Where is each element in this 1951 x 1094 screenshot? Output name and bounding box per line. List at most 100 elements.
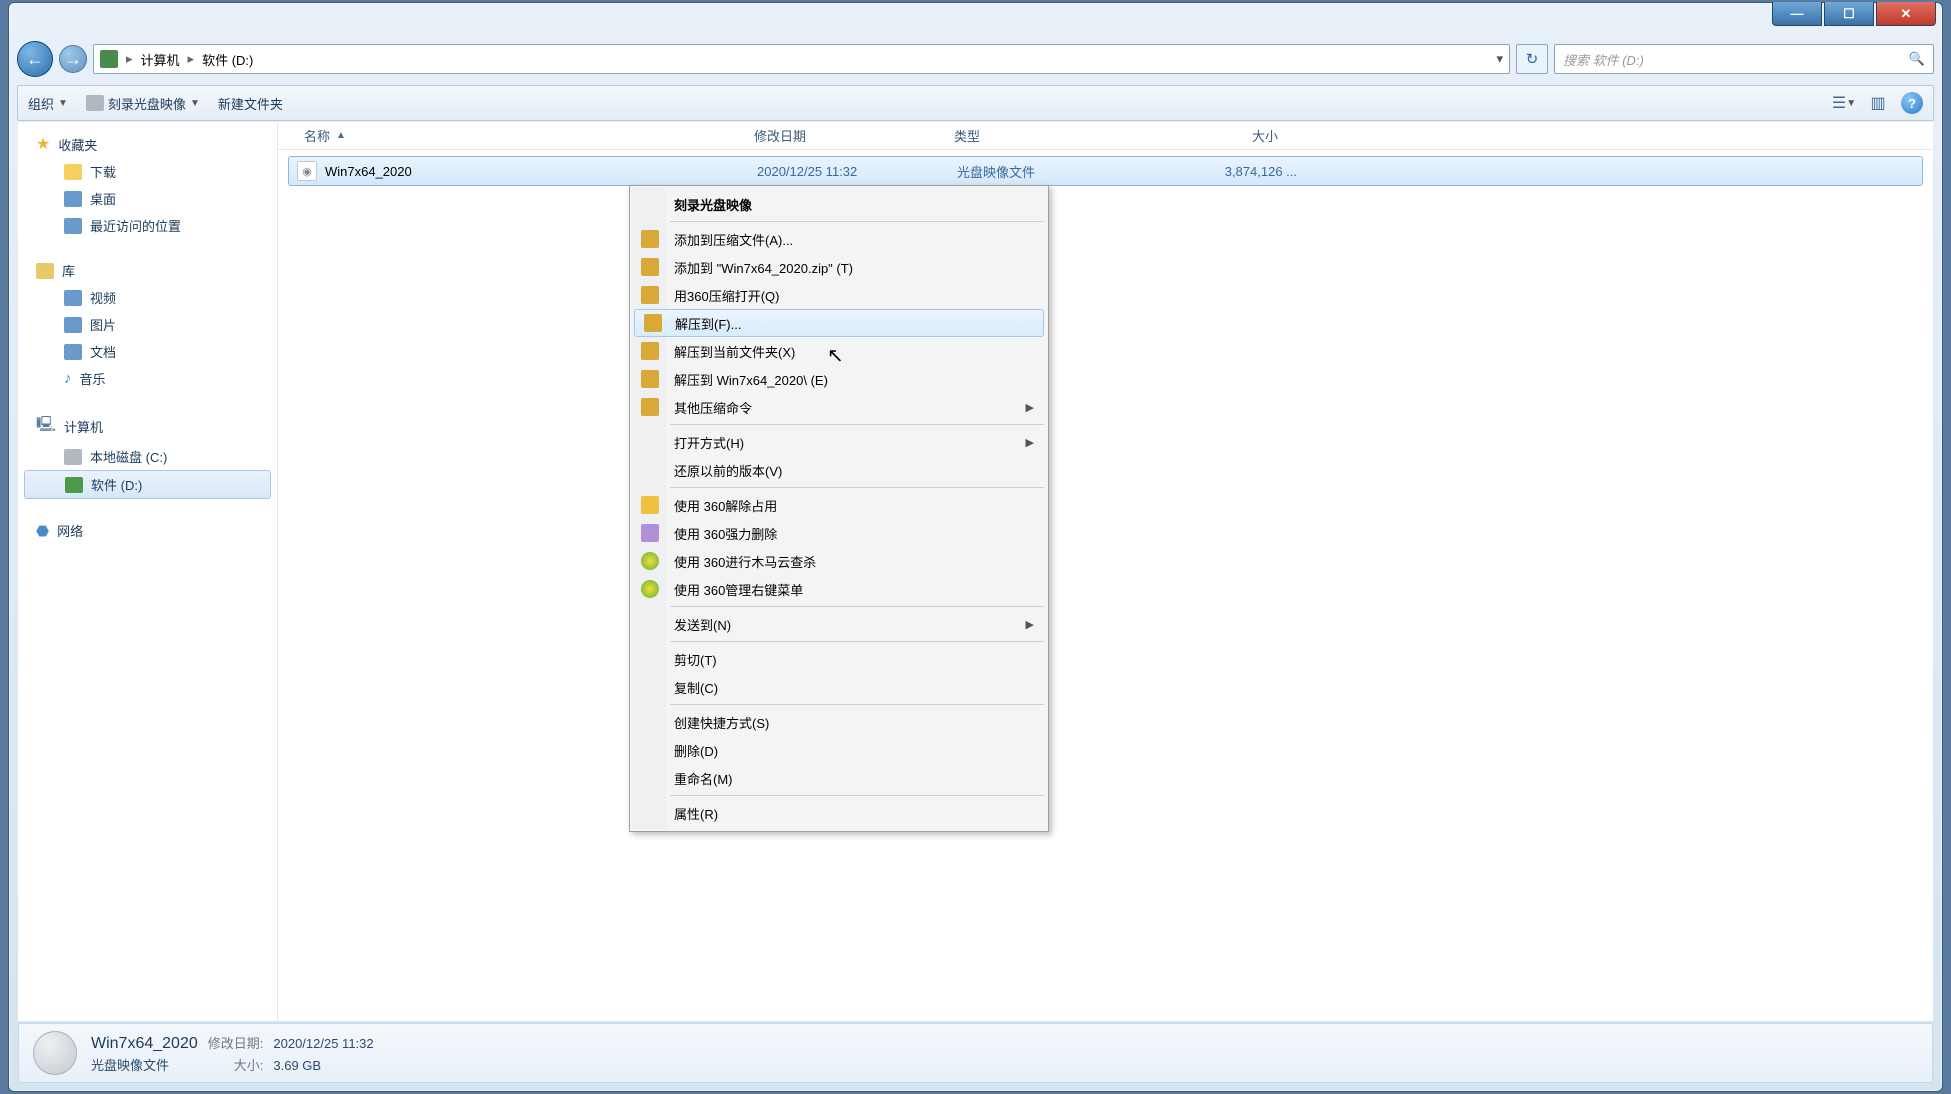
ctx-rename[interactable]: 重命名(M) (632, 764, 1046, 792)
col-name[interactable]: 名称▲ (296, 126, 746, 145)
forward-button[interactable]: → (59, 45, 87, 73)
ctx-extract-to[interactable]: 解压到(F)... (634, 309, 1044, 337)
menu-separator (670, 704, 1044, 705)
music-icon: ♪ (64, 370, 72, 387)
address-bar[interactable]: ▸ 计算机 ▸ 软件 (D:) ▾ (93, 44, 1510, 74)
context-menu: 刻录光盘映像 添加到压缩文件(A)... 添加到 "Win7x64_2020.z… (629, 185, 1049, 832)
ctx-properties[interactable]: 属性(R) (632, 799, 1046, 827)
sidebar-network[interactable]: ⬣网络 (18, 517, 277, 544)
menu-separator (670, 221, 1044, 222)
chevron-right-icon: ▶ (1026, 401, 1034, 414)
ctx-other-compress[interactable]: 其他压缩命令▶ (632, 393, 1046, 421)
ctx-360-force-delete[interactable]: 使用 360强力删除 (632, 519, 1046, 547)
archive-icon (641, 258, 659, 276)
breadcrumb-location[interactable]: 软件 (D:) (202, 50, 253, 69)
col-type[interactable]: 类型 (946, 126, 1146, 145)
library-icon (36, 263, 54, 279)
sidebar-item-video[interactable]: 视频 (18, 284, 277, 311)
sidebar: ★收藏夹 下载 桌面 最近访问的位置 库 视频 图片 文档 ♪音乐 🖳计算机 本… (18, 122, 278, 1021)
chevron-right-icon: ▸ (186, 51, 197, 67)
sidebar-favorites[interactable]: ★收藏夹 (18, 130, 277, 158)
ctx-360-trojan-scan[interactable]: 使用 360进行木马云查杀 (632, 547, 1046, 575)
new-folder-button[interactable]: 新建文件夹 (218, 94, 283, 113)
ctx-cut[interactable]: 剪切(T) (632, 645, 1046, 673)
360-icon (641, 580, 659, 598)
close-button[interactable]: ✕ (1876, 2, 1936, 26)
details-title: Win7x64_2020 (91, 1035, 198, 1053)
archive-icon (641, 370, 659, 388)
archive-icon (644, 314, 662, 332)
ctx-open-with[interactable]: 打开方式(H)▶ (632, 428, 1046, 456)
maximize-button[interactable]: ☐ (1824, 2, 1874, 26)
ctx-extract-folder[interactable]: 解压到 Win7x64_2020\ (E) (632, 365, 1046, 393)
address-dropdown-icon[interactable]: ▾ (1496, 51, 1503, 67)
360-icon (641, 496, 659, 514)
back-button[interactable]: ← (17, 41, 53, 77)
sidebar-item-downloads[interactable]: 下载 (18, 158, 277, 185)
menu-separator (670, 606, 1044, 607)
computer-icon: 🖳 (36, 414, 56, 439)
ctx-send-to[interactable]: 发送到(N)▶ (632, 610, 1046, 638)
organize-button[interactable]: 组织▼ (28, 94, 68, 113)
sort-asc-icon: ▲ (336, 130, 346, 141)
sidebar-item-music[interactable]: ♪音乐 (18, 365, 277, 392)
chevron-right-icon: ▶ (1026, 436, 1034, 449)
details-pane: Win7x64_2020 修改日期: 2020/12/25 11:32 光盘映像… (18, 1023, 1933, 1083)
sidebar-libraries[interactable]: 库 (18, 257, 277, 284)
file-name: Win7x64_2020 (325, 164, 757, 179)
col-date[interactable]: 修改日期 (746, 126, 946, 145)
sidebar-item-drive-c[interactable]: 本地磁盘 (C:) (18, 443, 277, 470)
sidebar-item-drive-d[interactable]: 软件 (D:) (24, 470, 271, 499)
refresh-button[interactable]: ↻ (1516, 44, 1548, 74)
sidebar-item-recent[interactable]: 最近访问的位置 (18, 212, 277, 239)
col-size[interactable]: 大小 (1146, 126, 1286, 145)
ctx-restore-versions[interactable]: 还原以前的版本(V) (632, 456, 1046, 484)
ctx-add-archive[interactable]: 添加到压缩文件(A)... (632, 225, 1046, 253)
ctx-open-360zip[interactable]: 用360压缩打开(Q) (632, 281, 1046, 309)
archive-icon (641, 286, 659, 304)
document-icon (64, 344, 82, 360)
network-icon: ⬣ (36, 522, 49, 540)
column-headers: 名称▲ 修改日期 类型 大小 (278, 122, 1933, 150)
360-icon (641, 552, 659, 570)
archive-icon (641, 398, 659, 416)
ctx-copy[interactable]: 复制(C) (632, 673, 1046, 701)
details-date-value: 2020/12/25 11:32 (273, 1036, 373, 1051)
iso-file-icon: ◉ (297, 161, 317, 181)
preview-pane-button[interactable]: ▥ (1867, 94, 1889, 112)
help-button[interactable]: ? (1901, 92, 1923, 114)
file-date: 2020/12/25 11:32 (757, 164, 957, 179)
sidebar-item-desktop[interactable]: 桌面 (18, 185, 277, 212)
folder-icon (64, 164, 82, 180)
breadcrumb-computer[interactable]: 计算机 (141, 50, 180, 69)
view-mode-button[interactable]: ☰ ▼ (1833, 94, 1855, 112)
ctx-delete[interactable]: 删除(D) (632, 736, 1046, 764)
sidebar-item-documents[interactable]: 文档 (18, 338, 277, 365)
ctx-create-shortcut[interactable]: 创建快捷方式(S) (632, 708, 1046, 736)
file-list-area: 名称▲ 修改日期 类型 大小 ◉ Win7x64_2020 2020/12/25… (278, 122, 1933, 1021)
burn-button[interactable]: 刻录光盘映像▼ (86, 94, 200, 113)
menu-separator (670, 795, 1044, 796)
ctx-add-zip[interactable]: 添加到 "Win7x64_2020.zip" (T) (632, 253, 1046, 281)
toolbar: 组织▼ 刻录光盘映像▼ 新建文件夹 ☰ ▼ ▥ ? (17, 85, 1934, 121)
drive-icon (100, 50, 118, 68)
search-input[interactable]: 搜索 软件 (D:) 🔍 (1554, 44, 1934, 74)
ctx-360-unlock[interactable]: 使用 360解除占用 (632, 491, 1046, 519)
chevron-right-icon: ▸ (124, 51, 135, 67)
sidebar-computer[interactable]: 🖳计算机 (18, 410, 277, 443)
minimize-button[interactable]: — (1772, 2, 1822, 26)
360-icon (641, 524, 659, 542)
ctx-360-manage-menu[interactable]: 使用 360管理右键菜单 (632, 575, 1046, 603)
search-icon: 🔍 (1909, 51, 1925, 67)
sidebar-item-pictures[interactable]: 图片 (18, 311, 277, 338)
ctx-extract-here[interactable]: 解压到当前文件夹(X) (632, 337, 1046, 365)
ctx-burn[interactable]: 刻录光盘映像 (632, 190, 1046, 218)
file-row[interactable]: ◉ Win7x64_2020 2020/12/25 11:32 光盘映像文件 3… (288, 156, 1923, 186)
search-placeholder: 搜索 软件 (D:) (1563, 50, 1644, 69)
details-size-value: 3.69 GB (273, 1058, 373, 1073)
disc-icon (86, 95, 104, 111)
window-controls: — ☐ ✕ (1772, 2, 1936, 26)
picture-icon (64, 317, 82, 333)
menu-separator (670, 487, 1044, 488)
disc-icon (33, 1031, 77, 1075)
